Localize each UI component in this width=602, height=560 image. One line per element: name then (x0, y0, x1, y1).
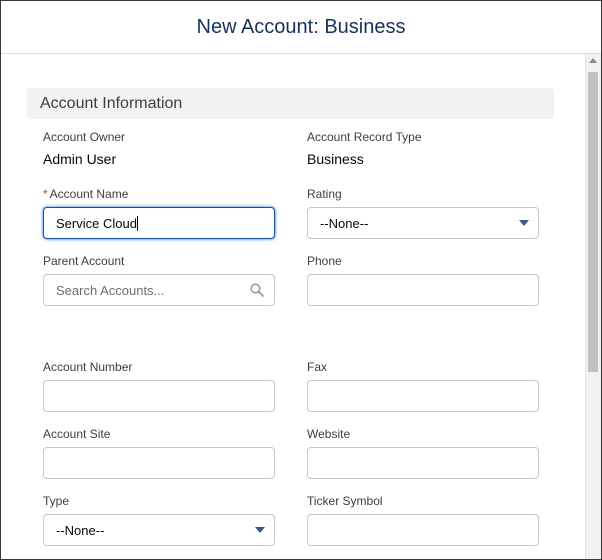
text-cursor (136, 215, 138, 231)
phone-input[interactable] (307, 274, 539, 306)
fax-field: Fax (307, 360, 539, 412)
account-site-input[interactable] (43, 447, 275, 479)
search-icon (250, 283, 264, 297)
rating-label: Rating (307, 187, 342, 201)
fax-label: Fax (307, 360, 328, 374)
ticker-symbol-field: Ticker Symbol (307, 494, 539, 546)
type-selected-value: --None-- (56, 522, 105, 538)
website-input[interactable] (307, 447, 539, 479)
record-type-label: Account Record Type (307, 130, 422, 144)
section-title: Account Information (40, 94, 183, 112)
modal-title: New Account: Business (196, 15, 406, 38)
rating-select[interactable]: --None-- (307, 207, 539, 239)
type-label: Type (43, 494, 70, 508)
account-number-input[interactable] (43, 380, 275, 412)
account-name-label-row: * Account Name (43, 187, 275, 201)
account-site-label: Account Site (43, 427, 111, 441)
account-number-field: Account Number (43, 360, 275, 412)
account-owner-label: Account Owner (43, 130, 126, 144)
website-field: Website (307, 427, 539, 479)
section-header-account-information[interactable]: Account Information (27, 88, 554, 119)
phone-label: Phone (307, 254, 342, 268)
account-name-field: * Account Name Service Cloud (43, 187, 275, 239)
required-indicator: * (43, 187, 48, 201)
account-name-input[interactable]: Service Cloud (43, 207, 275, 239)
modal-header: New Account: Business (1, 1, 601, 54)
parent-account-label: Parent Account (43, 254, 125, 268)
rating-selected-value: --None-- (320, 215, 369, 231)
fax-input[interactable] (307, 380, 539, 412)
account-name-label: Account Name (49, 187, 129, 201)
vertical-scrollbar[interactable] (585, 54, 601, 559)
type-select[interactable]: --None-- (43, 514, 275, 546)
record-type-value: Business (307, 151, 364, 167)
account-site-field: Account Site (43, 427, 275, 479)
ticker-symbol-label: Ticker Symbol (307, 494, 383, 508)
modal-body: Account Information Account Owner Admin … (1, 54, 585, 559)
scrollbar-thumb[interactable] (588, 72, 598, 372)
chevron-down-icon (255, 527, 265, 533)
parent-account-placeholder: Search Accounts... (56, 282, 165, 298)
scroll-up-arrow-icon[interactable] (589, 58, 597, 63)
parent-account-search-input[interactable]: Search Accounts... (43, 274, 275, 306)
new-account-modal: New Account: Business Account Informatio… (0, 0, 602, 560)
account-number-label: Account Number (43, 360, 133, 374)
account-name-value: Service Cloud (56, 215, 137, 231)
phone-field: Phone (307, 254, 539, 306)
rating-field: Rating --None-- (307, 187, 539, 239)
website-label: Website (307, 427, 351, 441)
parent-account-field: Parent Account Search Accounts... (43, 254, 275, 306)
account-owner-field: Account Owner Admin User (43, 130, 275, 167)
account-owner-value: Admin User (43, 151, 117, 167)
ticker-symbol-input[interactable] (307, 514, 539, 546)
chevron-down-icon (519, 220, 529, 226)
type-field: Type --None-- (43, 494, 275, 546)
record-type-field: Account Record Type Business (307, 130, 539, 167)
